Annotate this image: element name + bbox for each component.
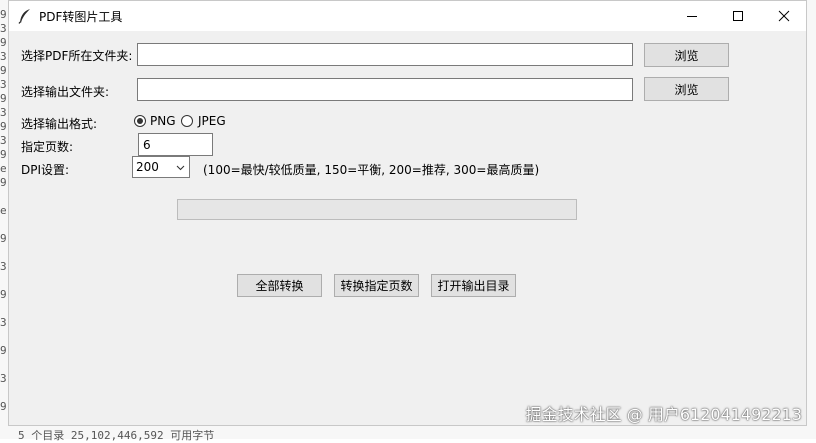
title-bar[interactable]: PDF转图片工具 bbox=[9, 1, 806, 31]
console-fragment: 3 bbox=[0, 260, 7, 273]
watermark: 掘金技术社区 @ 用户612041492213 bbox=[525, 405, 802, 424]
console-fragment: 9 bbox=[0, 92, 7, 105]
console-fragment: 9 bbox=[0, 8, 7, 21]
dpi-select[interactable]: 200 bbox=[132, 156, 190, 178]
source-browse-button[interactable]: 浏览 bbox=[644, 43, 729, 67]
maximize-icon bbox=[733, 11, 743, 21]
console-fragment: 9 bbox=[0, 232, 7, 245]
chevron-down-icon bbox=[176, 165, 185, 171]
radio-circle bbox=[181, 115, 193, 127]
output-folder-input[interactable] bbox=[137, 78, 633, 101]
radio-jpeg[interactable]: JPEG bbox=[181, 114, 233, 130]
console-fragment: 3 bbox=[0, 50, 7, 63]
pages-input[interactable] bbox=[138, 133, 213, 156]
console-fragment: 9 bbox=[0, 148, 7, 161]
output-folder-label: 选择输出文件夹: bbox=[21, 85, 110, 99]
console-fragment: 9 bbox=[0, 344, 7, 357]
radio-circle bbox=[134, 115, 146, 127]
console-fragment: 3 bbox=[0, 372, 7, 385]
dpi-label: DPI设置: bbox=[21, 163, 70, 177]
radio-selected-dot bbox=[137, 118, 143, 124]
pages-label: 指定页数: bbox=[21, 140, 74, 154]
console-fragment: 9 bbox=[0, 64, 7, 77]
console-fragment: e bbox=[0, 204, 7, 217]
radio-jpeg-label: JPEG bbox=[198, 114, 226, 128]
dpi-hint: (100=最快/较低质量, 150=平衡, 200=推荐, 300=最高质量) bbox=[203, 163, 540, 177]
format-label: 选择输出格式: bbox=[21, 117, 98, 131]
console-fragment: 3 bbox=[0, 316, 7, 329]
console-fragment: 3 bbox=[0, 106, 7, 119]
dpi-select-value: 200 bbox=[136, 160, 159, 174]
minimize-button[interactable] bbox=[669, 1, 715, 31]
console-fragment: 9 bbox=[0, 120, 7, 133]
console-fragment: 3 bbox=[0, 78, 7, 91]
console-fragment: e bbox=[0, 162, 7, 175]
console-fragment: 3 bbox=[0, 134, 7, 147]
close-button[interactable] bbox=[761, 1, 807, 31]
maximize-button[interactable] bbox=[715, 1, 761, 31]
minimize-icon bbox=[687, 16, 697, 17]
console-fragment: 9 bbox=[0, 36, 7, 49]
radio-png[interactable]: PNG bbox=[134, 114, 180, 130]
console-fragment: 3 bbox=[0, 22, 7, 35]
console-bottom-line: 5 个目录 25,102,446,592 可用字节 bbox=[18, 429, 215, 442]
feather-icon bbox=[18, 8, 32, 24]
window-title: PDF转图片工具 bbox=[39, 10, 123, 24]
console-fragment: 9 bbox=[0, 176, 7, 189]
source-folder-input[interactable] bbox=[137, 43, 633, 66]
app-window: PDF转图片工具 选择PDF所在文件夹: 浏览 选择输出文件夹: 浏览 选择输出… bbox=[8, 0, 807, 426]
convert-pages-button[interactable]: 转换指定页数 bbox=[334, 274, 419, 297]
output-browse-button[interactable]: 浏览 bbox=[644, 77, 729, 101]
progress-bar bbox=[177, 199, 577, 220]
console-fragment: 9 bbox=[0, 400, 7, 413]
open-output-button[interactable]: 打开输出目录 bbox=[431, 274, 516, 297]
console-fragment: 9 bbox=[0, 288, 7, 301]
radio-png-label: PNG bbox=[150, 114, 176, 128]
source-folder-label: 选择PDF所在文件夹: bbox=[21, 49, 133, 63]
convert-all-button[interactable]: 全部转换 bbox=[237, 274, 322, 297]
close-icon bbox=[778, 10, 790, 22]
